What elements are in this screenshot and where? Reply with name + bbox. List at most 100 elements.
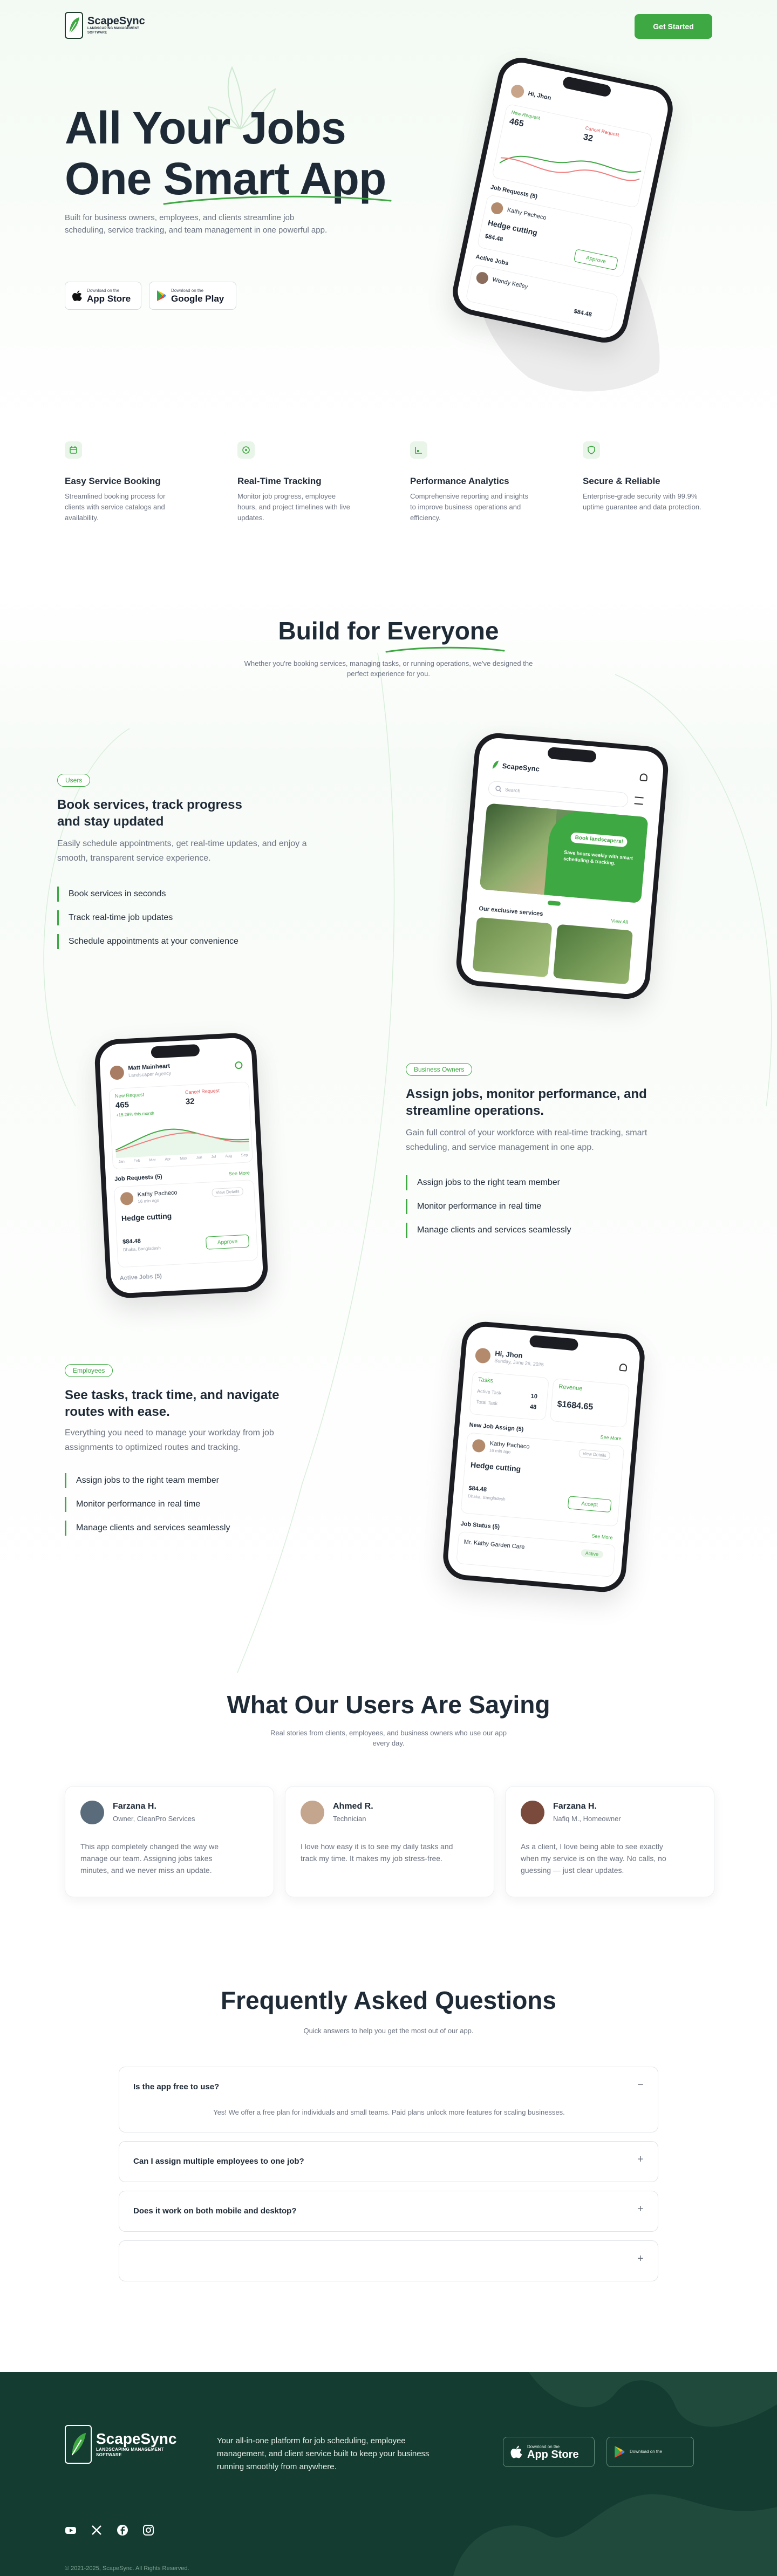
faq-question[interactable]: Does it work on both mobile and desktop? (133, 2206, 297, 2216)
page: ScapeSync LANDSCAPING MANAGEMENT SOFTWAR… (0, 0, 777, 2576)
view-details-button[interactable]: View Details (212, 1187, 243, 1197)
settings-icon[interactable] (235, 1061, 243, 1069)
apple-icon (510, 2445, 522, 2458)
hero-subtitle: Built for business owners, employees, an… (65, 213, 328, 235)
approve-button[interactable]: Approve (205, 1234, 250, 1250)
social-links (65, 2524, 154, 2536)
worker-name: Wendy Kelley (492, 276, 529, 290)
client-name: Kathy Pacheco (137, 1189, 178, 1198)
view-all-link[interactable]: View All (611, 918, 628, 925)
users-feature-item: Track real-time job updates (57, 910, 238, 925)
service-thumbnail[interactable] (553, 924, 633, 985)
job-requests-heading: Job Requests (5) (114, 1173, 162, 1183)
plus-icon[interactable]: + (637, 2253, 644, 2265)
new-request-label: New Request (114, 1092, 145, 1099)
see-more-link[interactable]: See More (600, 1434, 622, 1441)
active-jobs-heading: Active Jobs (475, 253, 509, 267)
see-more-link[interactable]: See More (591, 1533, 613, 1540)
leaf-logo-icon (65, 12, 83, 39)
footer-brand-tagline: LANDSCAPING MANAGEMENT SOFTWARE (96, 2447, 164, 2457)
owners-phone: Matt Mainheart Landscaper Agency New Req… (93, 1032, 269, 1299)
footer-brand-name: ScapeSync (96, 2430, 177, 2447)
app-store-small: Download on the (87, 288, 120, 293)
feature-description: Streamlined booking process for clients … (65, 492, 166, 522)
faq-subtitle: Quick answers to help you get the most o… (303, 2027, 474, 2035)
job-price: $84.48 (573, 308, 592, 318)
google-play-icon (615, 2446, 625, 2458)
month-label: Apr (165, 1157, 171, 1162)
everyone-title: Build for Everyone (227, 616, 550, 645)
instagram-icon[interactable] (142, 2524, 154, 2536)
faq-question[interactable]: Can I assign multiple employees to one j… (133, 2157, 304, 2166)
search-icon (495, 786, 502, 793)
bell-icon[interactable] (639, 773, 648, 782)
testimonial-name: Farzana H. (553, 1802, 597, 1811)
everyone-title-highlight: Everyone (387, 617, 499, 645)
get-started-button[interactable]: Get Started (635, 14, 712, 39)
users-phone: ScapeSync Search Book landscapers! Save … (454, 731, 670, 1001)
employees-title: See tasks, track time, and navigate rout… (65, 1388, 280, 1419)
header-logo[interactable]: ScapeSync LANDSCAPING MANAGEMENT SOFTWAR… (65, 12, 145, 39)
minus-icon[interactable]: − (637, 2079, 644, 2091)
chart-icon (410, 441, 427, 459)
testimonial-card: Ahmed R. Technician I love how easy it is … (285, 1786, 494, 1897)
calendar-icon (65, 441, 82, 459)
feature-description: Enterprise-grade security with 99.9% upt… (583, 492, 701, 511)
exclusive-heading: Our exclusive services (479, 905, 543, 918)
see-more-link[interactable]: See More (229, 1170, 250, 1176)
month-label: Aug (225, 1154, 233, 1158)
facebook-icon[interactable] (117, 2524, 128, 2536)
employees-feature-list: Assign jobs to the right team member Mon… (65, 1473, 230, 1536)
employees-feature-item: Manage clients and services seamlessly (65, 1521, 230, 1536)
search-input[interactable]: Search (505, 787, 521, 793)
job-price: $84.48 (468, 1485, 487, 1493)
shield-icon (583, 441, 600, 459)
footer-logo[interactable]: ScapeSync LANDSCAPING MANAGEMENT SOFTWAR… (65, 2425, 177, 2464)
job-title: Hedge cutting (121, 1211, 172, 1223)
hero-google-play-button[interactable]: Download on the Google Play (149, 282, 236, 310)
owners-pill: Business Owners (406, 1063, 473, 1076)
service-banner[interactable]: Book landscapers! Save hours weekly with… (479, 803, 649, 903)
testimonial-role: Owner, CleanPro Services (113, 1815, 195, 1823)
owners-feature-item: Monitor performance in real time (406, 1199, 571, 1214)
hero-app-store-button[interactable]: Download on the App Store (65, 282, 141, 310)
approve-button[interactable]: Approve (573, 249, 619, 271)
brand-tagline: LANDSCAPING MANAGEMENT SOFTWARE (87, 27, 139, 35)
owners-feature-list: Assign jobs to the right team member Mon… (406, 1175, 571, 1238)
service-thumbnail[interactable] (472, 917, 553, 978)
x-icon[interactable] (91, 2524, 103, 2536)
filter-icon[interactable] (634, 796, 644, 805)
faq-question[interactable]: Is the app free to use? (133, 2082, 219, 2091)
testimonials-subtitle: Real stories from clients, employees, an… (270, 1729, 507, 1747)
faq-item[interactable]: Can I assign multiple employees to one j… (119, 2141, 658, 2182)
faq-item[interactable]: Is the app free to use? − Yes! We offer a … (119, 2067, 658, 2132)
faq-answer: Yes! We offer a free plan for individual… (213, 2108, 565, 2116)
job-title: Hedge cutting (487, 218, 539, 237)
owners-description: Gain full control of your workforce with… (406, 1128, 648, 1152)
footer: ScapeSync LANDSCAPING MANAGEMENT SOFTWAR… (0, 2372, 777, 2576)
feature-title: Real-Time Tracking (237, 476, 322, 486)
client-time: 16 min ago (138, 1198, 160, 1204)
client-time: 16 min ago (489, 1448, 511, 1455)
plus-icon[interactable]: + (637, 2203, 644, 2216)
testimonial-card: Farzana H. Owner, CleanPro Services This a… (65, 1786, 274, 1897)
new-job-heading: New Job Assign (5) (469, 1421, 524, 1433)
client-name: Kathy Pacheco (506, 207, 547, 222)
avatar (490, 201, 505, 216)
faq-item[interactable]: + (119, 2240, 658, 2281)
testimonial-role: Technician (333, 1815, 366, 1823)
target-icon (237, 441, 255, 459)
footer-google-play-button[interactable]: Download on the (606, 2437, 694, 2467)
footer-app-store-button[interactable]: Download on the App Store (503, 2437, 595, 2467)
google-play-icon (157, 290, 166, 301)
view-details-button[interactable]: View Details (578, 1449, 611, 1460)
youtube-icon[interactable] (65, 2524, 77, 2536)
footer-decoration (453, 2372, 777, 2576)
owner-role: Landscaper Agency (128, 1070, 172, 1078)
testimonial-name: Farzana H. (113, 1802, 156, 1811)
plus-icon[interactable]: + (637, 2154, 644, 2166)
owners-title: Assign jobs, monitor performance, and st… (406, 1087, 647, 1118)
faq-item[interactable]: Does it work on both mobile and desktop?… (119, 2191, 658, 2232)
accept-button[interactable]: Accept (567, 1496, 612, 1513)
bell-icon[interactable] (619, 1363, 628, 1372)
